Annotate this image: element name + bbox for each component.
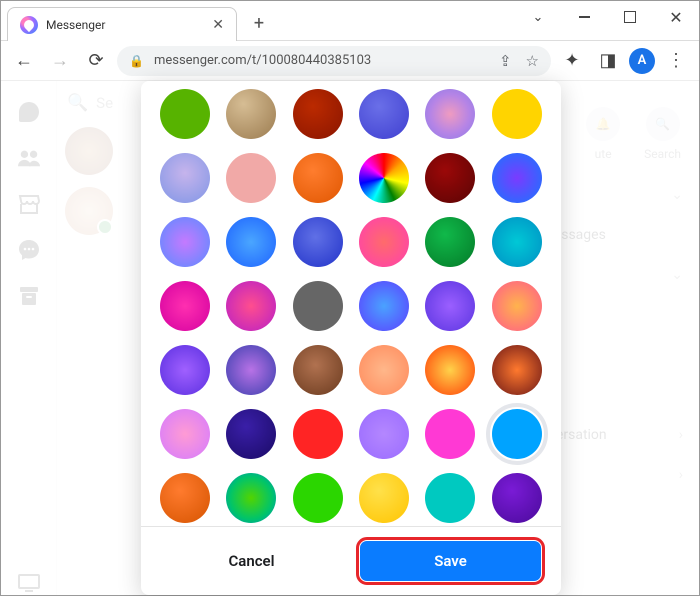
browser-toolbar: ← → ⟳ 🔒 messenger.com/t/100080440385103 … xyxy=(1,41,699,81)
theme-swatch[interactable] xyxy=(359,409,409,459)
close-tab-icon[interactable]: ✕ xyxy=(212,17,224,33)
back-button[interactable]: ← xyxy=(9,46,39,76)
theme-swatch[interactable] xyxy=(425,409,475,459)
theme-swatch[interactable] xyxy=(160,89,210,139)
reload-button[interactable]: ⟳ xyxy=(81,46,111,76)
theme-swatch[interactable] xyxy=(492,217,542,267)
theme-swatch[interactable] xyxy=(226,89,276,139)
profile-avatar[interactable]: A xyxy=(629,48,655,74)
extensions-icon[interactable]: ✦ xyxy=(557,46,587,76)
theme-swatch[interactable] xyxy=(293,153,343,203)
theme-swatch[interactable] xyxy=(425,473,475,523)
theme-swatch[interactable] xyxy=(425,153,475,203)
theme-swatch[interactable] xyxy=(160,281,210,331)
theme-swatch[interactable] xyxy=(359,473,409,523)
theme-swatch[interactable] xyxy=(359,345,409,395)
bookmark-icon[interactable]: ☆ xyxy=(526,52,539,70)
theme-swatch[interactable] xyxy=(425,281,475,331)
theme-swatch[interactable] xyxy=(359,217,409,267)
address-bar[interactable]: 🔒 messenger.com/t/100080440385103 ⇪ ☆ xyxy=(117,46,551,76)
theme-swatch[interactable] xyxy=(226,473,276,523)
forward-button[interactable]: → xyxy=(45,46,75,76)
theme-swatch[interactable] xyxy=(160,473,210,523)
theme-swatch[interactable] xyxy=(293,473,343,523)
browser-menu-icon[interactable]: ⋮ xyxy=(661,46,691,76)
theme-swatch[interactable] xyxy=(293,217,343,267)
theme-swatch[interactable] xyxy=(359,281,409,331)
messenger-favicon-icon xyxy=(20,16,38,34)
theme-swatch[interactable] xyxy=(492,345,542,395)
theme-picker-modal: Cancel Save xyxy=(141,81,561,595)
theme-swatch[interactable] xyxy=(160,153,210,203)
theme-swatch[interactable] xyxy=(425,345,475,395)
theme-grid xyxy=(141,81,561,526)
theme-swatch[interactable] xyxy=(492,89,542,139)
tab-dropdown-icon[interactable]: ⌄ xyxy=(515,1,561,33)
theme-swatch[interactable] xyxy=(226,281,276,331)
theme-swatch[interactable] xyxy=(293,409,343,459)
browser-tab[interactable]: Messenger ✕ xyxy=(7,7,237,41)
theme-swatch[interactable] xyxy=(226,409,276,459)
theme-swatch[interactable] xyxy=(492,473,542,523)
theme-swatch[interactable] xyxy=(425,217,475,267)
theme-swatch[interactable] xyxy=(226,153,276,203)
app-area: 🔍 Se 🔔 ute 🔍 Search m ago⌄ ned messages … xyxy=(1,81,699,595)
window-close-button[interactable]: ✕ xyxy=(653,1,699,33)
modal-footer: Cancel Save xyxy=(141,526,561,595)
theme-swatch[interactable] xyxy=(293,89,343,139)
browser-titlebar: Messenger ✕ + ⌄ ✕ xyxy=(1,1,699,41)
tab-title: Messenger xyxy=(46,18,204,32)
theme-swatch[interactable] xyxy=(293,281,343,331)
window-maximize-button[interactable] xyxy=(607,1,653,33)
new-tab-button[interactable]: + xyxy=(245,9,273,37)
sidepanel-icon[interactable]: ◨ xyxy=(593,46,623,76)
theme-swatch[interactable] xyxy=(160,345,210,395)
theme-swatch[interactable] xyxy=(160,409,210,459)
window-minimize-button[interactable] xyxy=(561,1,607,33)
save-button[interactable]: Save xyxy=(360,541,541,581)
theme-swatch[interactable] xyxy=(226,345,276,395)
theme-swatch[interactable] xyxy=(293,345,343,395)
share-icon[interactable]: ⇪ xyxy=(499,52,512,70)
theme-swatch[interactable] xyxy=(359,89,409,139)
theme-swatch[interactable] xyxy=(359,153,409,203)
theme-swatch[interactable] xyxy=(160,217,210,267)
theme-swatch[interactable] xyxy=(425,89,475,139)
theme-swatch[interactable] xyxy=(492,281,542,331)
url-text: messenger.com/t/100080440385103 xyxy=(154,53,371,68)
window-controls: ⌄ ✕ xyxy=(515,1,699,33)
theme-swatch[interactable] xyxy=(492,409,542,459)
theme-swatch[interactable] xyxy=(492,153,542,203)
cancel-button[interactable]: Cancel xyxy=(161,541,342,581)
lock-icon: 🔒 xyxy=(129,54,144,68)
theme-swatch[interactable] xyxy=(226,217,276,267)
